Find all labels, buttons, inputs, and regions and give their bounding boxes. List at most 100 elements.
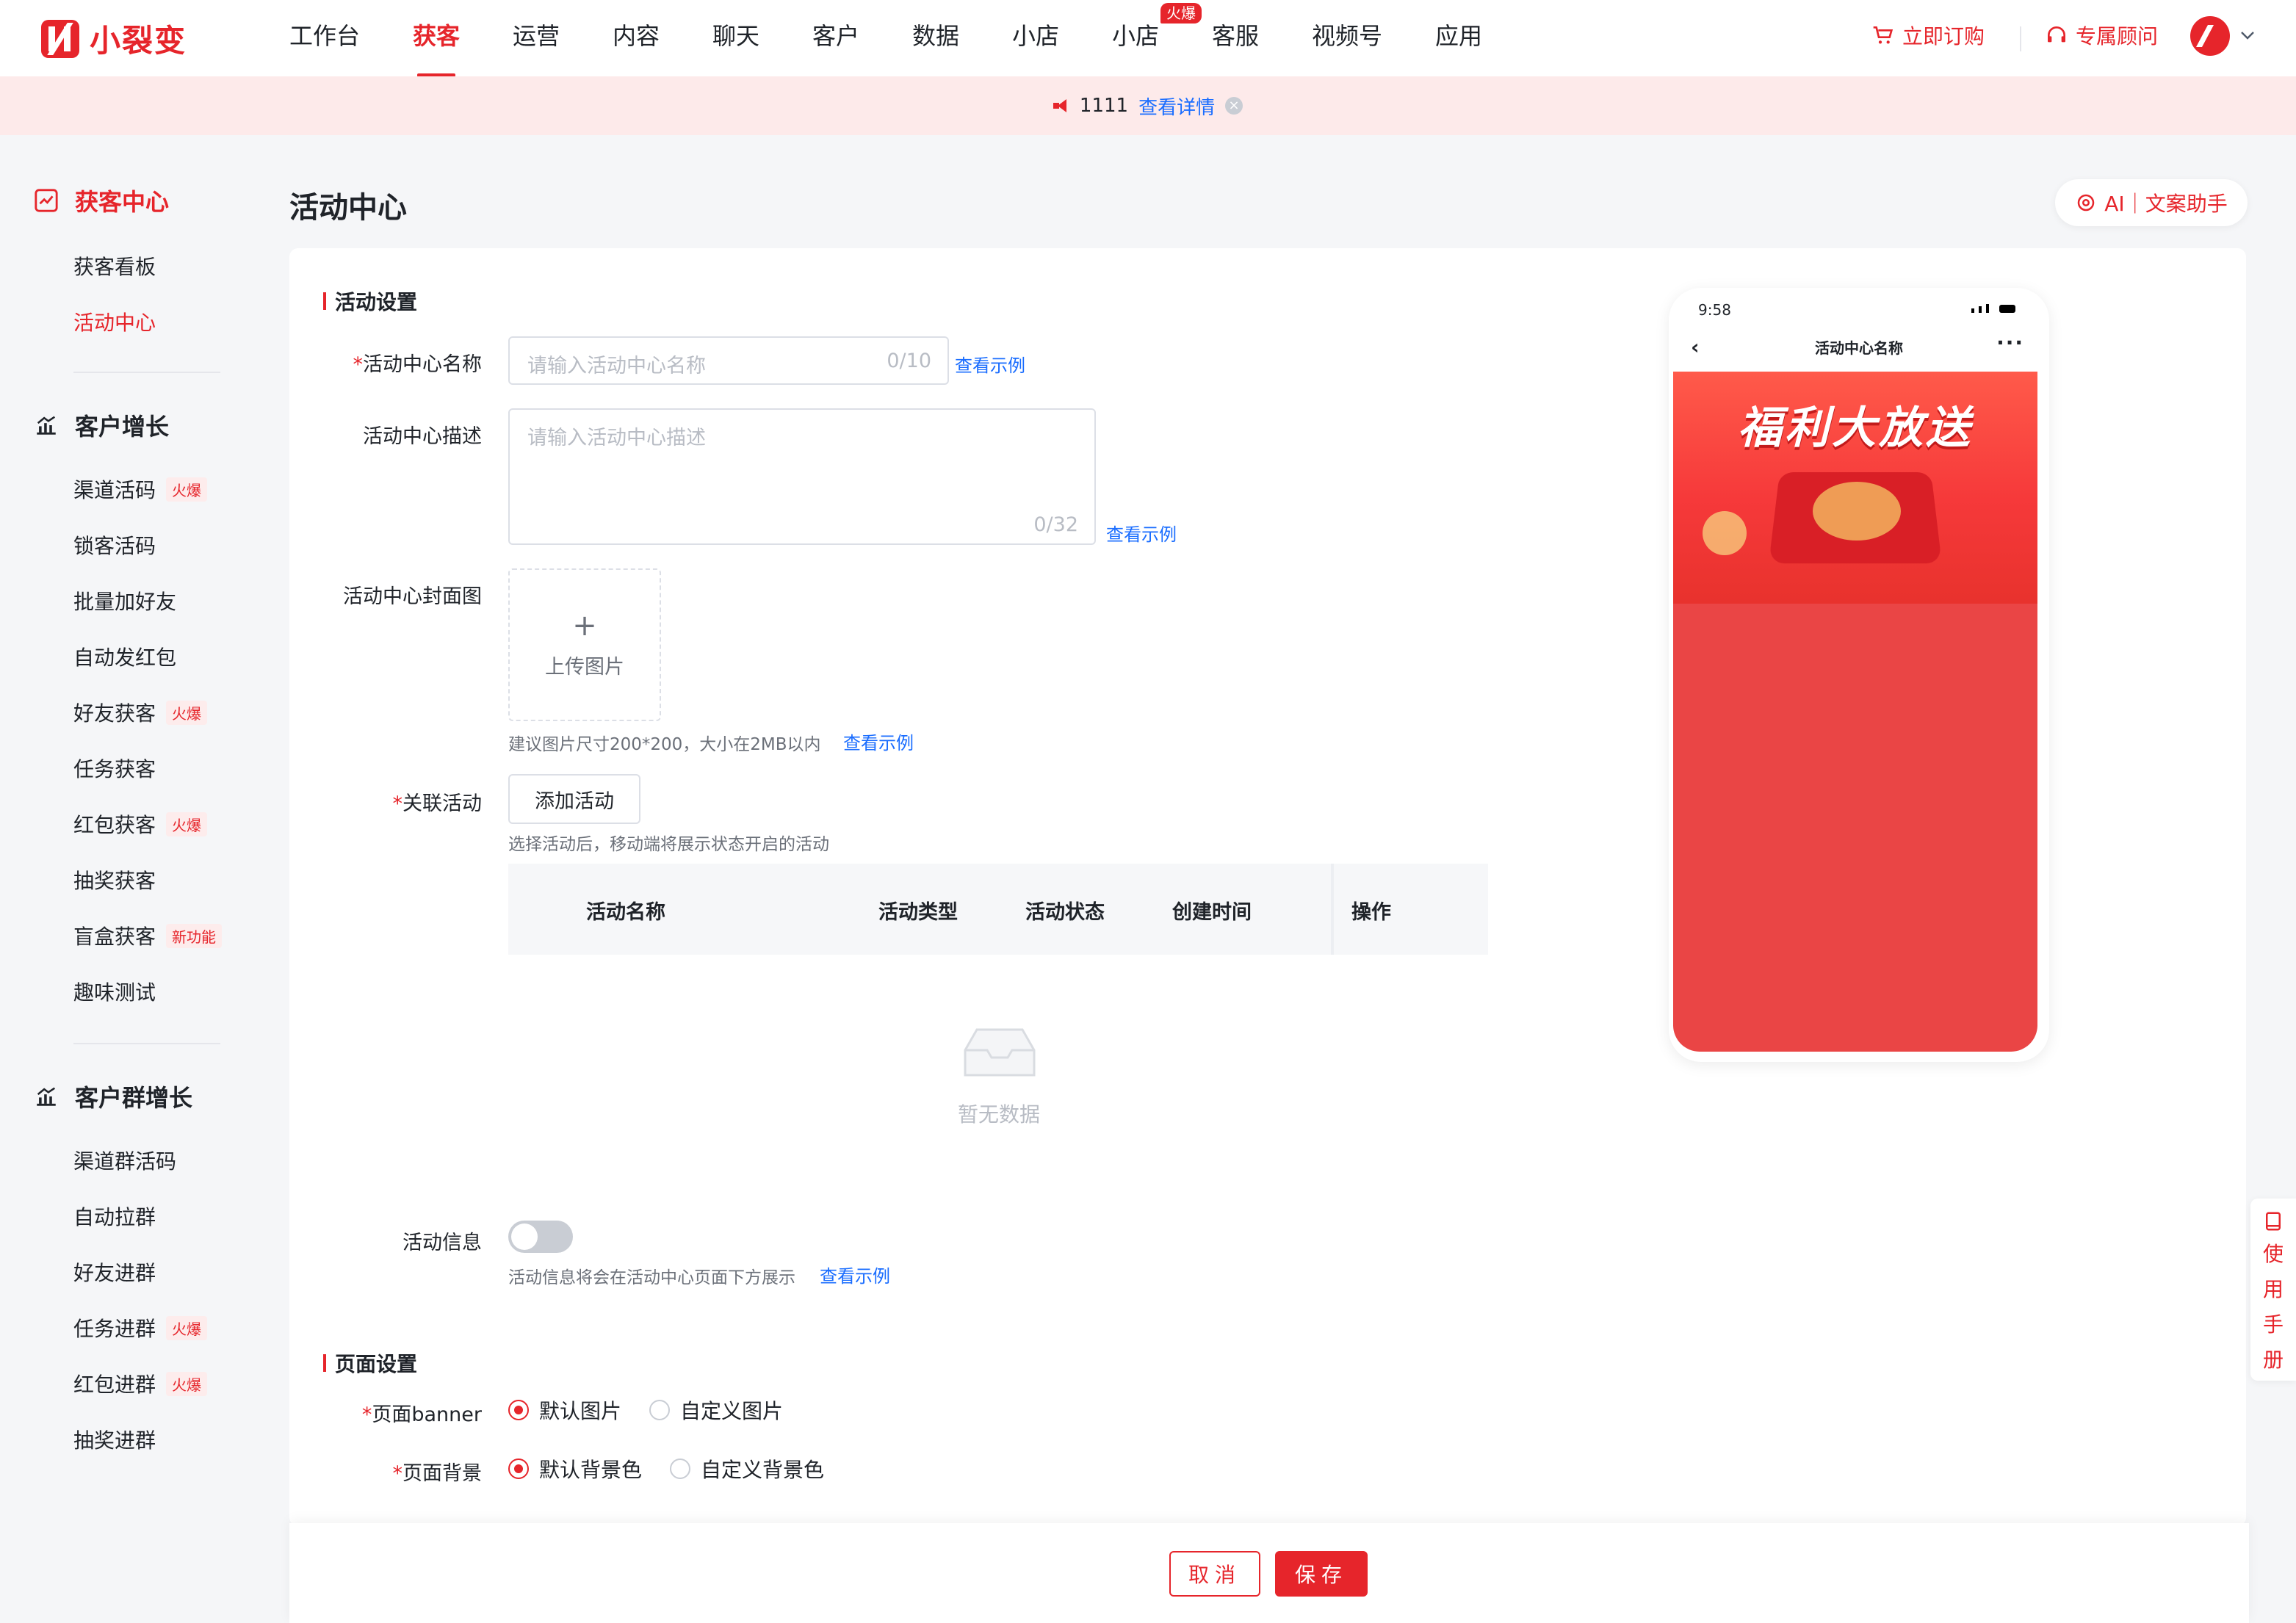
- save-button[interactable]: 保存: [1275, 1551, 1368, 1597]
- name-input[interactable]: 请输入活动中心名称 0/10: [508, 336, 949, 385]
- top-divider: [2020, 26, 2021, 51]
- user-manual-tab[interactable]: 使 用 手 册: [2250, 1199, 2296, 1381]
- fixed-column-shadow: [1331, 864, 1334, 955]
- close-icon[interactable]: ×: [1225, 97, 1243, 115]
- th-activity-name: 活动名称: [586, 901, 665, 924]
- info-hint: 活动信息将会在活动中心页面下方展示: [508, 1268, 795, 1287]
- nav-shop[interactable]: 小店: [1012, 18, 1059, 51]
- sidebar-item-auto-redpack[interactable]: 自动发红包: [73, 642, 176, 671]
- nav-acquire[interactable]: 获客: [413, 18, 460, 51]
- th-operation: 操作: [1351, 901, 1391, 924]
- sidebar-item-label: 自动拉群: [73, 1205, 156, 1229]
- nav-apps[interactable]: 应用: [1435, 18, 1482, 51]
- nav-data[interactable]: 数据: [912, 18, 959, 51]
- sidebar-item-task-join-group[interactable]: 任务进群 火爆: [73, 1313, 208, 1342]
- sidebar-item-channel-group-code[interactable]: 渠道群活码: [73, 1146, 176, 1175]
- add-activity-button[interactable]: 添加活动: [508, 774, 640, 824]
- name-char-count: 0/10: [887, 350, 931, 372]
- notice-detail-link[interactable]: 查看详情: [1138, 93, 1215, 120]
- empty-text: 暂无数据: [958, 1102, 1041, 1127]
- sidebar-item-channel-code[interactable]: 渠道活码 火爆: [73, 474, 208, 504]
- sidebar-item-dashboard[interactable]: 获客看板: [73, 251, 156, 281]
- bg-custom-option[interactable]: 自定义背景色: [670, 1454, 824, 1483]
- subscribe-label: 立即订购: [1902, 24, 1985, 48]
- notice-bar: 1111 查看详情 ×: [0, 76, 2296, 135]
- sidebar-item-redpack-join-group[interactable]: 红包进群 火爆: [73, 1369, 208, 1398]
- sidebar-item-auto-pull-group[interactable]: 自动拉群: [73, 1201, 156, 1231]
- th-create-time: 创建时间: [1172, 901, 1252, 924]
- speaker-icon: [1053, 99, 1069, 112]
- sidebar-group-title: 客户群增长: [75, 1084, 193, 1112]
- sidebar-item-friend-acquire[interactable]: 好友获客 火爆: [73, 698, 208, 727]
- more-icon: ···: [1996, 330, 2024, 355]
- status-icons: [1971, 304, 2015, 313]
- logo-icon: [41, 19, 79, 58]
- sidebar-item-label: 盲盒获客: [73, 925, 156, 949]
- brand-logo[interactable]: 小裂变: [41, 16, 187, 61]
- th-activity-type: 活动类型: [878, 901, 958, 924]
- ai-copywriter-button[interactable]: AI｜文案助手: [2055, 179, 2248, 226]
- subscribe-button[interactable]: 立即订购: [1871, 21, 1985, 50]
- chevron-down-icon[interactable]: [2239, 28, 2256, 43]
- sidebar-item-label: 红包进群: [73, 1373, 156, 1397]
- sidebar-group-customer-growth[interactable]: 客户增长: [34, 408, 169, 442]
- user-avatar[interactable]: [2190, 16, 2230, 56]
- banner-default-option[interactable]: 默认图片: [508, 1395, 621, 1425]
- empty-inbox-icon: [964, 1028, 1036, 1077]
- name-placeholder: 请输入活动中心名称: [527, 355, 706, 377]
- nav-shop-hot[interactable]: 小店: [1112, 18, 1159, 51]
- radio-label: 自定义背景色: [701, 1458, 825, 1482]
- nav-operation[interactable]: 运营: [513, 18, 560, 51]
- sidebar-item-redpack-acquire[interactable]: 红包获客 火爆: [73, 809, 208, 839]
- sidebar-item-blindbox-acquire[interactable]: 盲盒获客 新功能: [73, 921, 223, 950]
- sidebar-item-lottery-join-group[interactable]: 抽奖进群: [73, 1425, 156, 1454]
- sidebar-item-label: 锁客活码: [73, 534, 156, 558]
- cover-example-link[interactable]: 查看示例: [843, 729, 914, 754]
- sidebar-item-label: 趣味测试: [73, 980, 156, 1005]
- coin-icon: [1703, 511, 1747, 555]
- manual-char: 手: [2262, 1312, 2284, 1337]
- sidebar-item-lottery-acquire[interactable]: 抽奖获客: [73, 865, 156, 894]
- sidebar-item-batch-add[interactable]: 批量加好友: [73, 586, 176, 615]
- activity-info-toggle[interactable]: [508, 1221, 573, 1253]
- desc-example-link[interactable]: 查看示例: [1106, 520, 1177, 546]
- nav-video[interactable]: 视频号: [1312, 18, 1382, 51]
- sidebar-item-task-acquire[interactable]: 任务获客: [73, 753, 156, 783]
- sidebar-item-fun-test[interactable]: 趣味测试: [73, 977, 156, 1006]
- bg-default-option[interactable]: 默认背景色: [508, 1454, 642, 1483]
- sidebar-group-acquire-center[interactable]: 获客中心: [34, 184, 169, 217]
- hot-tag: 火爆: [166, 700, 208, 725]
- section-activity-settings: 活动设置: [323, 286, 417, 316]
- manual-char: 用: [2262, 1277, 2284, 1301]
- consultant-button[interactable]: 专属顾问: [2045, 21, 2158, 50]
- brand-name: 小裂变: [90, 23, 187, 59]
- desc-char-count: 0/32: [1033, 513, 1078, 536]
- hot-tag: 火爆: [166, 812, 208, 836]
- cover-upload[interactable]: + 上传图片: [508, 568, 661, 721]
- sidebar-item-label: 抽奖获客: [73, 869, 156, 893]
- info-example-link[interactable]: 查看示例: [820, 1262, 890, 1287]
- banner-title: 福利大放送: [1738, 402, 1973, 454]
- activity-table-header: 活动名称 活动类型 活动状态 创建时间 操作: [508, 864, 1488, 955]
- name-example-link[interactable]: 查看示例: [955, 351, 1025, 377]
- nav-chat[interactable]: 聊天: [712, 18, 759, 51]
- sidebar-item-activity-center[interactable]: 活动中心: [73, 307, 156, 336]
- hot-tag: 火爆: [166, 1371, 208, 1396]
- radio-label: 默认背景色: [539, 1458, 643, 1482]
- sidebar-item-lock-code[interactable]: 锁客活码: [73, 530, 156, 560]
- sidebar-group-title: 获客中心: [75, 188, 170, 216]
- sidebar-group-group-growth[interactable]: 客户群增长: [34, 1080, 192, 1113]
- radio-label: 自定义图片: [680, 1399, 784, 1423]
- banner-custom-option[interactable]: 自定义图片: [649, 1395, 783, 1425]
- nav-service[interactable]: 客服: [1212, 18, 1259, 51]
- info-label: 活动信息: [402, 1232, 482, 1254]
- desc-textarea[interactable]: 请输入活动中心描述 0/32: [508, 408, 1096, 545]
- nav-workbench[interactable]: 工作台: [289, 18, 360, 51]
- cancel-button[interactable]: 取消: [1169, 1551, 1260, 1597]
- back-icon: ‹: [1691, 335, 1700, 359]
- nav-customer[interactable]: 客户: [812, 18, 859, 51]
- status-time: 9:58: [1698, 301, 1731, 319]
- desc-label: 活动中心描述: [363, 425, 482, 448]
- sidebar-item-friend-join-group[interactable]: 好友进群: [73, 1257, 156, 1287]
- nav-content[interactable]: 内容: [613, 18, 660, 51]
